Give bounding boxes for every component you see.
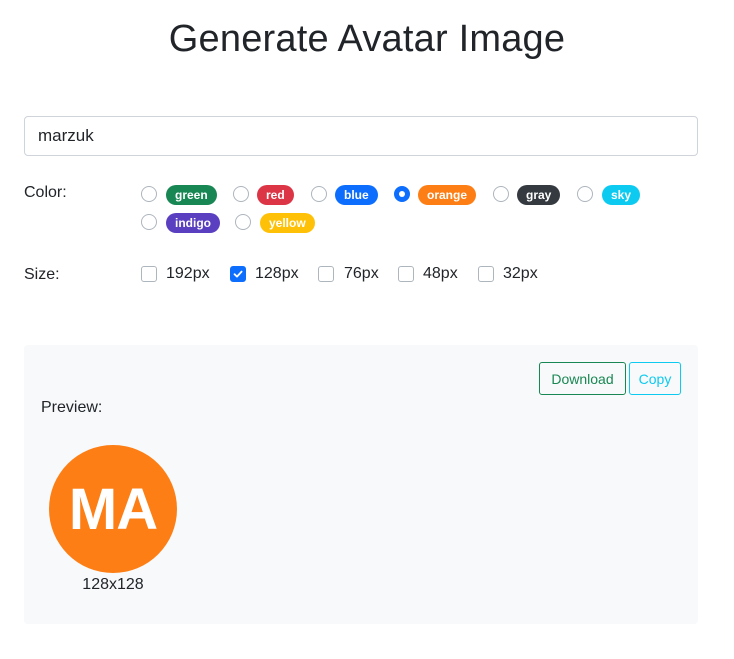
size-checkbox-32[interactable] — [478, 266, 494, 282]
color-badge-indigo: indigo — [166, 213, 220, 233]
download-button[interactable]: Download — [539, 362, 626, 395]
color-badge-red: red — [257, 185, 294, 205]
color-radio-indigo[interactable] — [141, 214, 157, 230]
page-title: Generate Avatar Image — [168, 18, 566, 60]
color-radio-blue[interactable] — [311, 186, 327, 202]
color-label: Color: — [24, 184, 67, 201]
color-radio-green[interactable] — [141, 186, 157, 202]
avatar-preview: MA — [49, 445, 177, 573]
color-badge-green: green — [166, 185, 217, 205]
color-badge-yellow: yellow — [260, 213, 315, 233]
avatar-size-caption: 128x128 — [82, 576, 144, 593]
color-badge-blue: blue — [335, 185, 378, 205]
size-checkbox-128[interactable] — [230, 266, 246, 282]
size-option-label: 32px — [503, 265, 538, 282]
size-checkbox-192[interactable] — [141, 266, 157, 282]
color-radio-red[interactable] — [233, 186, 249, 202]
color-radio-gray[interactable] — [493, 186, 509, 202]
color-badge-orange: orange — [418, 185, 477, 205]
size-option-label: 76px — [344, 265, 379, 282]
color-badge-gray: gray — [517, 185, 561, 205]
color-radio-orange[interactable] — [394, 186, 410, 202]
preview-label: Preview: — [41, 399, 103, 416]
size-option-label: 128px — [255, 265, 299, 282]
size-label: Size: — [24, 266, 60, 283]
name-input[interactable] — [24, 116, 698, 156]
size-option-label: 192px — [166, 265, 210, 282]
preview-panel: Download Copy Preview: MA 128x128 — [24, 345, 698, 624]
color-badge-sky: sky — [602, 185, 641, 205]
size-checkbox-76[interactable] — [318, 266, 334, 282]
size-option-label: 48px — [423, 265, 458, 282]
checkmark-icon — [233, 270, 243, 278]
copy-button[interactable]: Copy — [629, 362, 681, 395]
size-checkbox-48[interactable] — [398, 266, 414, 282]
color-radio-sky[interactable] — [577, 186, 593, 202]
avatar-initials: MA — [68, 476, 158, 542]
color-radio-yellow[interactable] — [235, 214, 251, 230]
